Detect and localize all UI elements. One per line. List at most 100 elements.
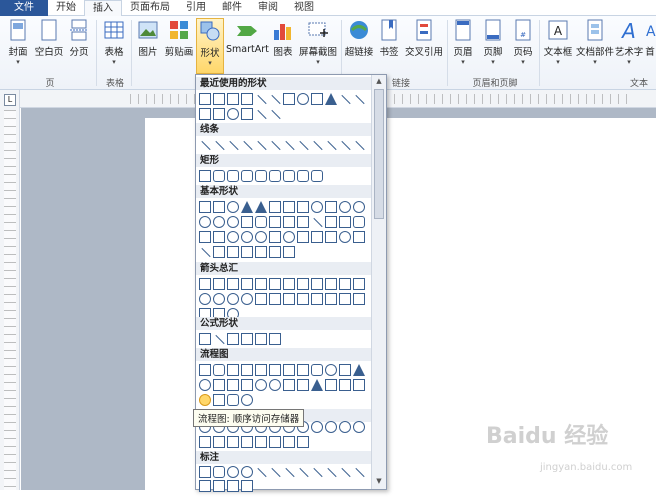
quick-parts-button[interactable]: 文档部件 ▾ (576, 18, 614, 74)
shape-item[interactable] (269, 293, 281, 305)
shape-item[interactable] (255, 466, 267, 478)
shape-item[interactable] (339, 466, 351, 478)
shape-item[interactable] (213, 278, 225, 290)
shape-item[interactable] (297, 216, 309, 228)
scroll-thumb[interactable] (374, 89, 384, 219)
shape-item[interactable] (269, 201, 281, 213)
shape-item[interactable] (213, 216, 225, 228)
shape-item[interactable] (199, 436, 211, 448)
tab-page-layout[interactable]: 页面布局 (122, 0, 178, 16)
shape-item[interactable] (227, 108, 239, 120)
shape-item[interactable] (269, 364, 281, 376)
shape-item[interactable] (283, 293, 295, 305)
header-button[interactable]: 页眉 ▾ (450, 18, 476, 74)
chart-button[interactable]: 图表 (270, 18, 296, 74)
shape-item[interactable] (199, 216, 211, 228)
shape-item[interactable] (255, 333, 267, 345)
shape-item[interactable] (213, 293, 225, 305)
shape-item[interactable] (241, 480, 253, 492)
shape-item[interactable] (255, 139, 267, 151)
shape-item[interactable] (325, 421, 337, 433)
shape-item[interactable] (241, 333, 253, 345)
shape-item[interactable] (199, 93, 211, 105)
shape-item[interactable] (283, 231, 295, 243)
text-box-button[interactable]: A 文本框 ▾ (542, 18, 574, 74)
tab-selector[interactable]: L (4, 94, 16, 106)
shape-item[interactable] (353, 93, 365, 105)
shape-item[interactable] (199, 139, 211, 151)
shape-item[interactable] (297, 201, 309, 213)
drop-cap-button[interactable]: A 首 (644, 18, 656, 74)
scroll-down-icon[interactable]: ▼ (374, 476, 384, 486)
shape-item[interactable] (325, 379, 337, 391)
shape-item[interactable] (283, 379, 295, 391)
tab-file[interactable]: 文件 (0, 0, 48, 16)
shape-item[interactable] (339, 421, 351, 433)
shape-item[interactable] (311, 379, 323, 391)
shape-item[interactable] (241, 364, 253, 376)
shape-item[interactable] (227, 293, 239, 305)
footer-button[interactable]: 页脚 ▾ (480, 18, 506, 74)
shape-item[interactable] (339, 231, 351, 243)
shape-item[interactable] (311, 278, 323, 290)
shape-item[interactable] (269, 466, 281, 478)
shape-item[interactable] (283, 436, 295, 448)
shape-item[interactable] (255, 93, 267, 105)
shape-item[interactable] (241, 170, 253, 182)
shape-item[interactable] (213, 379, 225, 391)
shape-item[interactable] (283, 246, 295, 258)
shape-item[interactable] (325, 278, 337, 290)
shape-item[interactable] (269, 231, 281, 243)
shape-item[interactable] (199, 379, 211, 391)
shape-item[interactable] (269, 379, 281, 391)
shape-item[interactable] (199, 170, 211, 182)
shape-item[interactable] (339, 201, 351, 213)
shape-item[interactable] (283, 93, 295, 105)
shape-item[interactable] (353, 231, 365, 243)
shape-item[interactable] (297, 436, 309, 448)
shape-item[interactable] (255, 364, 267, 376)
shape-item[interactable] (283, 139, 295, 151)
shape-item[interactable] (241, 108, 253, 120)
shape-item[interactable] (283, 466, 295, 478)
scroll-up-icon[interactable]: ▲ (374, 76, 384, 86)
shape-item[interactable] (213, 480, 225, 492)
shape-item[interactable] (311, 293, 323, 305)
clip-art-button[interactable]: 剪贴画 (164, 18, 194, 74)
shape-item[interactable] (213, 231, 225, 243)
shape-item[interactable] (297, 364, 309, 376)
shape-item[interactable] (325, 231, 337, 243)
shape-item[interactable] (199, 333, 211, 345)
shape-item[interactable] (283, 216, 295, 228)
shape-item[interactable] (325, 216, 337, 228)
shape-item[interactable] (339, 293, 351, 305)
shape-item[interactable] (297, 466, 309, 478)
shape-item[interactable] (213, 333, 225, 345)
shape-item[interactable] (199, 364, 211, 376)
shape-item[interactable] (227, 216, 239, 228)
shape-item[interactable] (297, 93, 309, 105)
shape-item[interactable] (297, 139, 309, 151)
shape-item[interactable] (227, 231, 239, 243)
wordart-button[interactable]: A 艺术字 ▾ (614, 18, 644, 74)
shape-item[interactable] (353, 139, 365, 151)
shape-item[interactable] (325, 93, 337, 105)
shape-item[interactable] (325, 466, 337, 478)
gallery-scrollbar[interactable]: ▲ ▼ (371, 75, 386, 489)
shape-item[interactable] (213, 139, 225, 151)
shape-item[interactable] (353, 216, 365, 228)
shape-item[interactable] (227, 201, 239, 213)
shape-item[interactable] (339, 278, 351, 290)
shape-item[interactable] (241, 278, 253, 290)
shape-item[interactable] (199, 466, 211, 478)
shape-item[interactable] (339, 379, 351, 391)
tab-references[interactable]: 引用 (178, 0, 214, 16)
shape-item[interactable] (227, 170, 239, 182)
cross-reference-button[interactable]: 交叉引用 (404, 18, 444, 74)
shape-item[interactable] (213, 201, 225, 213)
screenshot-button[interactable]: 屏幕截图 ▾ (298, 18, 338, 74)
shape-item[interactable] (325, 293, 337, 305)
blank-page-button[interactable]: 空白页 (34, 18, 64, 74)
shape-item[interactable] (213, 436, 225, 448)
shape-item[interactable] (227, 333, 239, 345)
